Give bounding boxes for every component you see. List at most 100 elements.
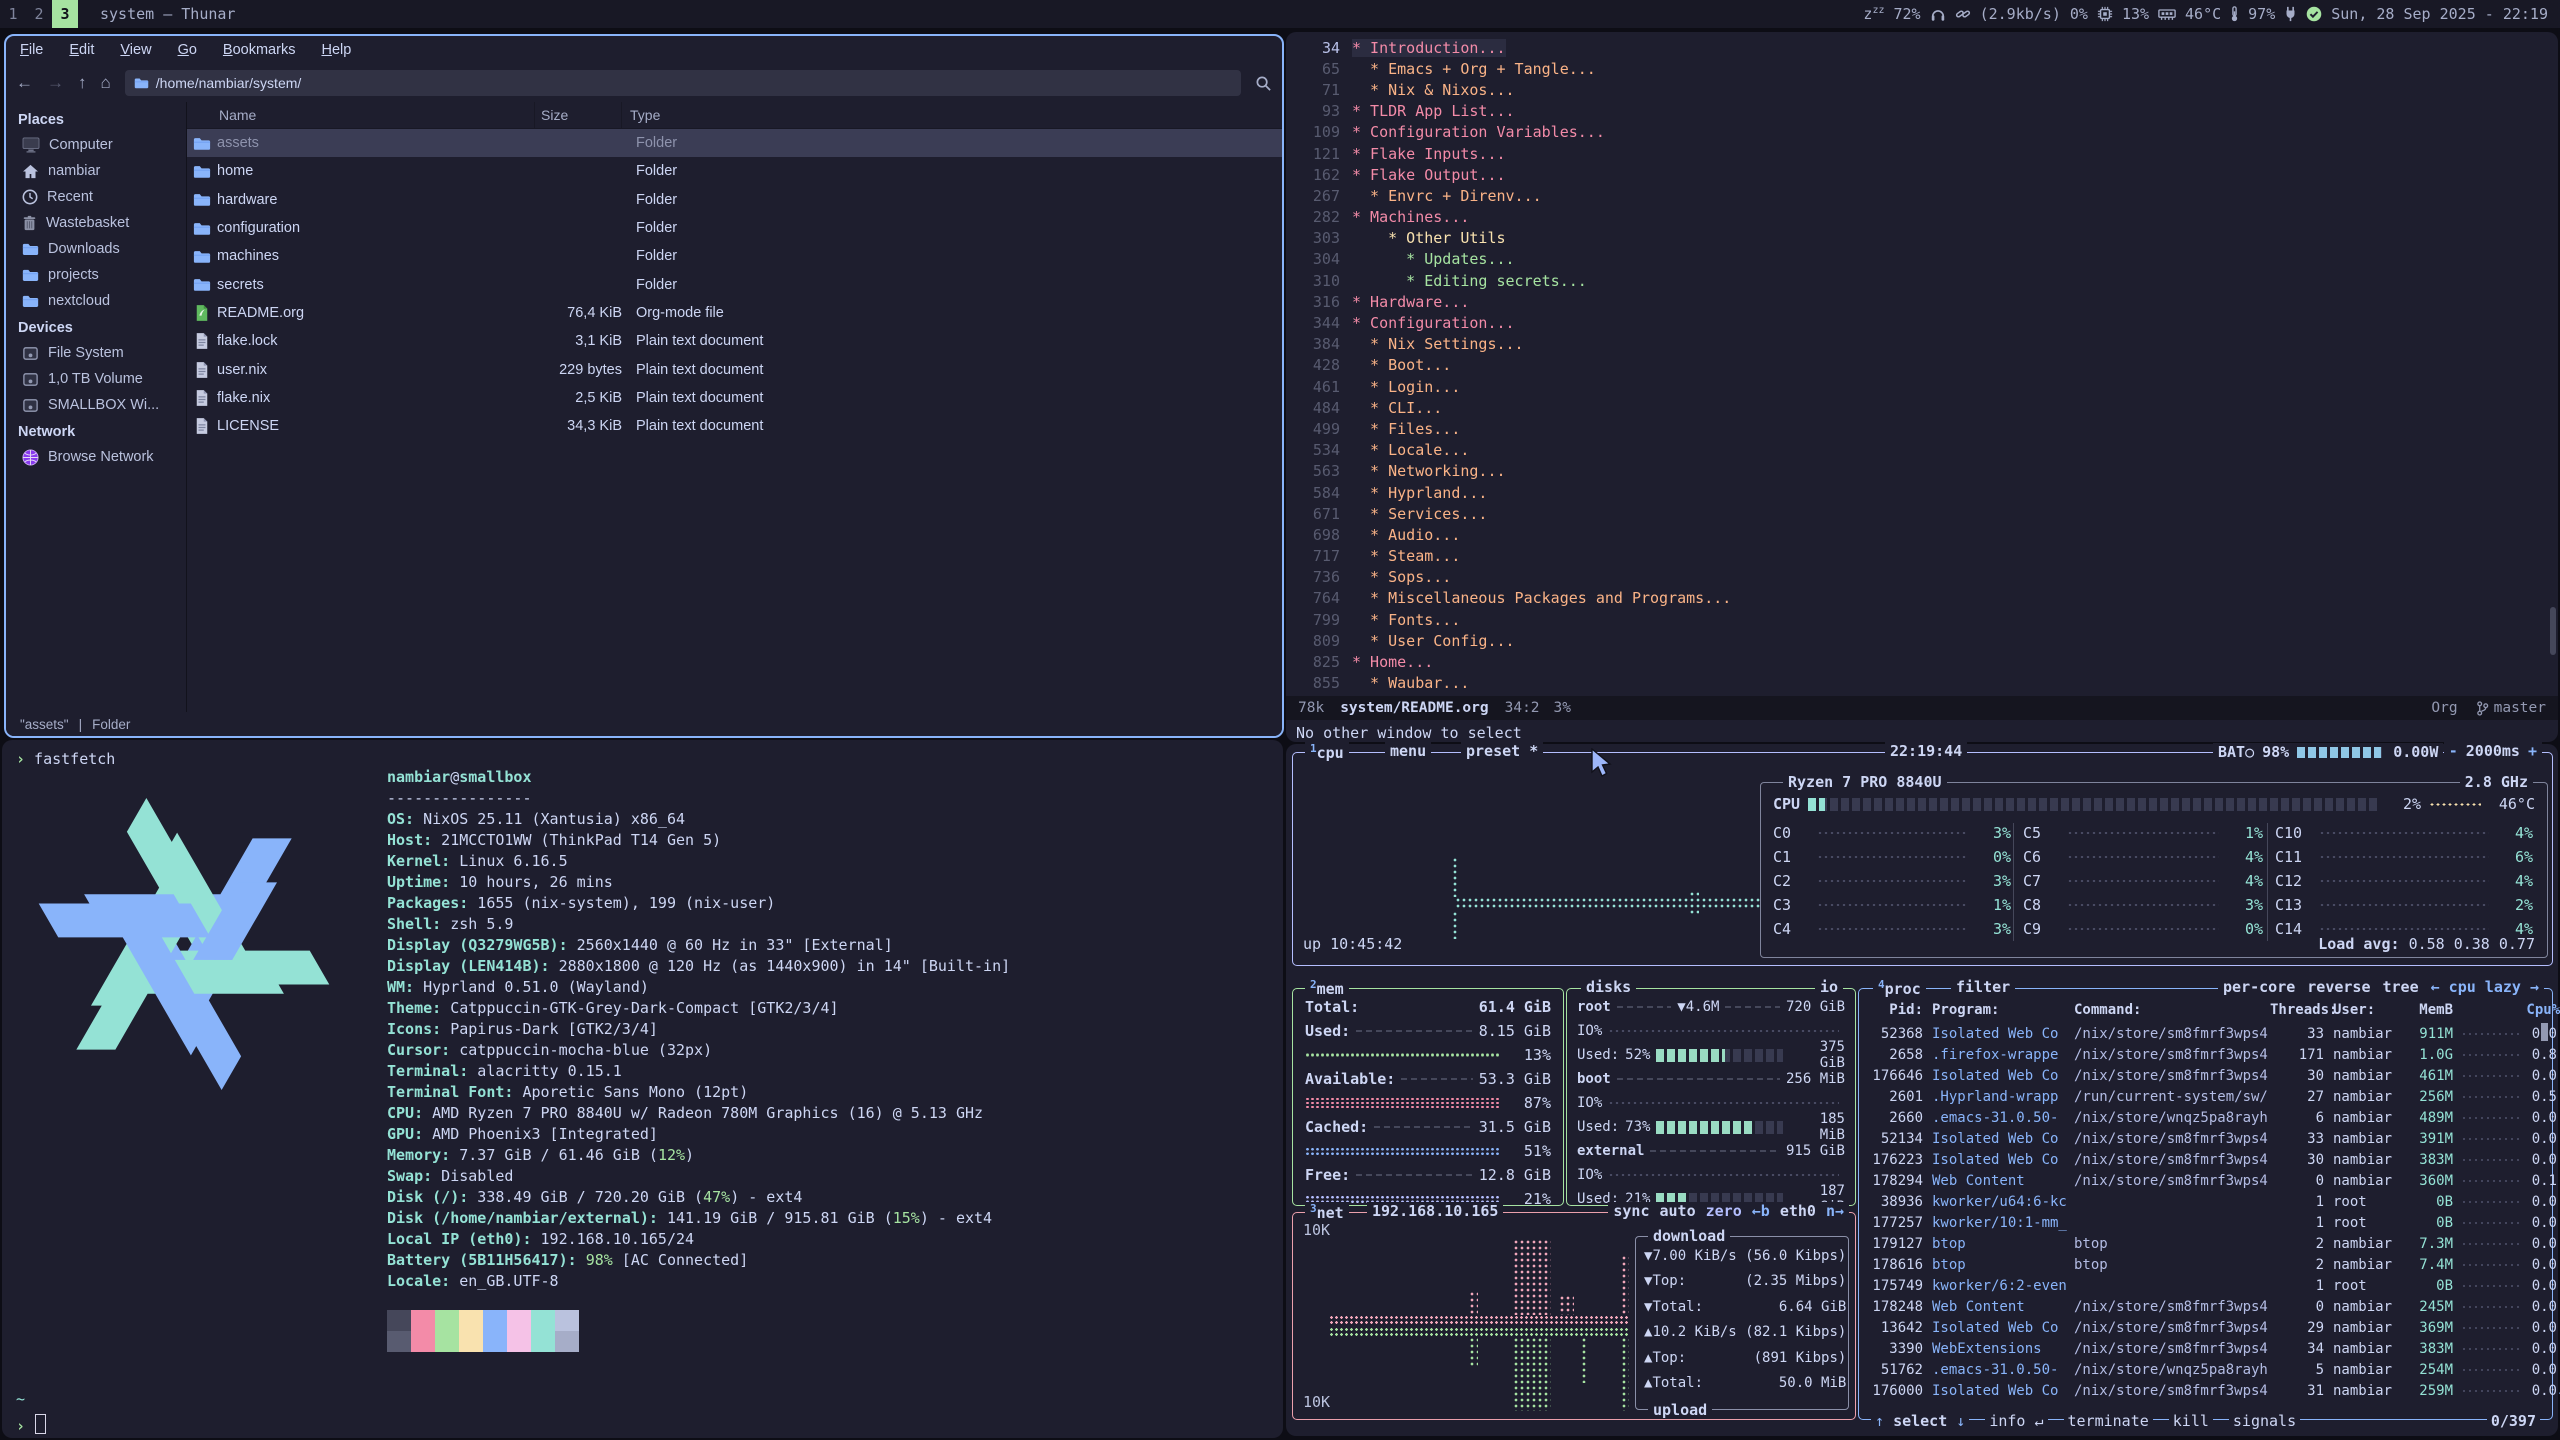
interval-minus[interactable]: - [2449,742,2458,760]
forward-button[interactable]: → [47,73,64,93]
org-heading-line[interactable]: 563 * Networking... [1290,461,2552,482]
cpu-tab[interactable]: 1cpu [1305,742,1349,762]
shell-prompt[interactable]: › [16,1414,46,1435]
org-heading-line[interactable]: 162 * Flake Output... [1290,164,2552,185]
reverse-toggle[interactable]: reverse [2307,978,2370,996]
org-heading-line[interactable]: 855 * Waubar... [1290,673,2552,694]
process-row[interactable]: 2658 .firefox-wrappe /nix/store/sm8fmrf3… [1869,1044,2542,1065]
org-heading-line[interactable]: 799 * Fonts... [1290,609,2552,630]
menu-item[interactable]: View [120,42,151,58]
org-heading-line[interactable]: 428 * Boot... [1290,355,2552,376]
org-heading-line[interactable]: 671 * Services... [1290,503,2552,524]
select-action[interactable]: select [1893,1412,1947,1430]
file-row[interactable]: LICENSE 34,3 KiB Plain text document [187,412,1282,440]
org-heading-line[interactable]: 121 * Flake Inputs... [1290,143,2552,164]
sidebar-item-wastebasket[interactable]: Wastebasket [6,210,186,236]
net-auto[interactable]: auto [1660,1202,1696,1220]
org-heading-line[interactable]: 499 * Files... [1290,418,2552,439]
file-row[interactable]: README.org 76,4 KiB Org-mode file [187,299,1282,327]
emacs-window[interactable]: 34 * Introduction... 65 * Emacs + Org + … [1286,32,2558,742]
sidebar-item-recent[interactable]: Recent [6,184,186,210]
sidebar-item-volume[interactable]: 1,0 TB Volume [6,366,186,392]
file-row[interactable]: assets Folder [187,129,1282,157]
proc-scrollbar-thumb[interactable] [2541,1023,2548,1041]
workspace-2[interactable]: 2 [26,0,52,28]
org-heading-line[interactable]: 584 * Hyprland... [1290,482,2552,503]
org-heading-line[interactable]: 764 * Miscellaneous Packages and Program… [1290,588,2552,609]
kill-action[interactable]: kill [2169,1412,2213,1430]
search-icon[interactable] [1255,75,1272,92]
process-row[interactable]: 52368 Isolated Web Co /nix/store/sm8fmrf… [1869,1023,2542,1044]
org-heading-line[interactable]: 267 * Envrc + Direnv... [1290,185,2552,206]
signals-action[interactable]: signals [2229,1412,2300,1430]
file-row[interactable]: user.nix 229 bytes Plain text document [187,355,1282,383]
process-row[interactable]: 3390 WebExtensions /nix/store/sm8fmrf3wp… [1869,1338,2542,1359]
menu-item[interactable]: Edit [69,42,94,58]
file-row[interactable]: flake.nix 2,5 KiB Plain text document [187,384,1282,412]
terminal-window[interactable]: › fastfetch nambiar@smallbox -----------… [2,740,1283,1438]
org-heading-line[interactable]: 809 * User Config... [1290,630,2552,651]
path-bar[interactable]: /home/nambiar/system/ [125,70,1241,96]
org-heading-line[interactable]: 534 * Locale... [1290,440,2552,461]
workspace-3-active[interactable]: 3 [52,0,78,28]
file-row[interactable]: home Folder [187,157,1282,185]
net-prev-iface[interactable]: ←b [1752,1202,1770,1220]
process-row[interactable]: 38936 kworker/u64:6-kc 1 root 0B 0.0 [1869,1191,2542,1212]
proc-tab[interactable]: 4proc [1873,978,1926,998]
process-row[interactable]: 176000 Isolated Web Co /nix/store/sm8fmr… [1869,1380,2542,1401]
process-row[interactable]: 52134 Isolated Web Co /nix/store/sm8fmrf… [1869,1128,2542,1149]
org-heading-line[interactable]: 461 * Login... [1290,376,2552,397]
org-heading-line[interactable]: 304 * Updates... [1290,249,2552,270]
file-row[interactable]: hardware Folder [187,186,1282,214]
file-row[interactable]: secrets Folder [187,270,1282,298]
sidebar-item-filesystem[interactable]: File System [6,340,186,366]
org-heading-line[interactable]: 34 * Introduction... [1290,37,2552,58]
column-name[interactable]: Name [187,102,535,128]
process-row[interactable]: 175749 kworker/6:2-even 1 root 0B 0.0 [1869,1275,2542,1296]
process-row[interactable]: 176223 Isolated Web Co /nix/store/sm8fmr… [1869,1149,2542,1170]
org-heading-line[interactable]: 484 * CLI... [1290,397,2552,418]
sort-selector[interactable]: ← cpu lazy → [2431,978,2539,996]
process-row[interactable]: 177257 kworker/10:1-mm_ 1 root 0B 0.0 [1869,1212,2542,1233]
sidebar-item-browse-network[interactable]: Browse Network [6,444,186,470]
org-heading-line[interactable]: 310 * Editing secrets... [1290,270,2552,291]
process-row[interactable]: 51762 .emacs-31.0.50- /nix/store/wnqz5pa… [1869,1359,2542,1380]
terminate-action[interactable]: terminate [2064,1412,2153,1430]
filter-button[interactable]: filter [1951,978,2015,996]
home-button[interactable]: ⌂ [101,73,111,93]
tree-toggle[interactable]: tree [2383,978,2419,996]
sidebar-item-nextcloud[interactable]: nextcloud [6,288,186,314]
org-heading-line[interactable]: 736 * Sops... [1290,567,2552,588]
menu-button[interactable]: menu [1385,742,1431,760]
menu-item[interactable]: File [20,42,43,58]
idle-inhibit-icon[interactable]: zzz [1863,5,1884,23]
menu-item[interactable]: Bookmarks [223,42,296,58]
disks-tab[interactable]: disks [1581,978,1636,996]
file-row[interactable]: flake.lock 3,1 KiB Plain text document [187,327,1282,355]
sidebar-item-smallbox[interactable]: SMALLBOX Wi... [6,392,186,418]
org-heading-line[interactable]: 65 * Emacs + Org + Tangle... [1290,58,2552,79]
per-core-toggle[interactable]: per-core [2223,978,2295,996]
org-heading-line[interactable]: 109 * Configuration Variables... [1290,122,2552,143]
process-row[interactable]: 178248 Web Content /nix/store/sm8fmrf3wp… [1869,1296,2542,1317]
file-row[interactable]: configuration Folder [187,214,1282,242]
process-row[interactable]: 176646 Isolated Web Co /nix/store/sm8fmr… [1869,1065,2542,1086]
org-heading-line[interactable]: 316 * Hardware... [1290,291,2552,312]
mem-tab[interactable]: 2mem [1305,978,1349,998]
net-sync[interactable]: sync [1613,1202,1649,1220]
org-heading-line[interactable]: 717 * Steam... [1290,546,2552,567]
network-link-icon[interactable] [1955,6,1971,22]
interval-plus[interactable]: + [2528,742,2537,760]
process-row[interactable]: 2601 .Hyprland-wrapp /run/current-system… [1869,1086,2542,1107]
btop-window[interactable]: 1cpu menu preset * 22:19:44 BAT○98% 0.00… [1286,744,2558,1436]
headphones-icon[interactable] [1930,7,1946,22]
process-row[interactable]: 178616 btop btop 2 nambiar 7.4M 0.0 [1869,1254,2542,1275]
preset-button[interactable]: preset * [1461,742,1543,760]
org-heading-line[interactable]: 71 * Nix & Nixos... [1290,79,2552,100]
menu-item[interactable]: Go [178,42,197,58]
menu-item[interactable]: Help [321,42,351,58]
process-row[interactable]: 178294 Web Content /nix/store/sm8fmrf3wp… [1869,1170,2542,1191]
column-size[interactable]: Size [535,102,622,128]
sidebar-item-home[interactable]: nambiar [6,158,186,184]
scrollbar-thumb[interactable] [2550,607,2556,655]
